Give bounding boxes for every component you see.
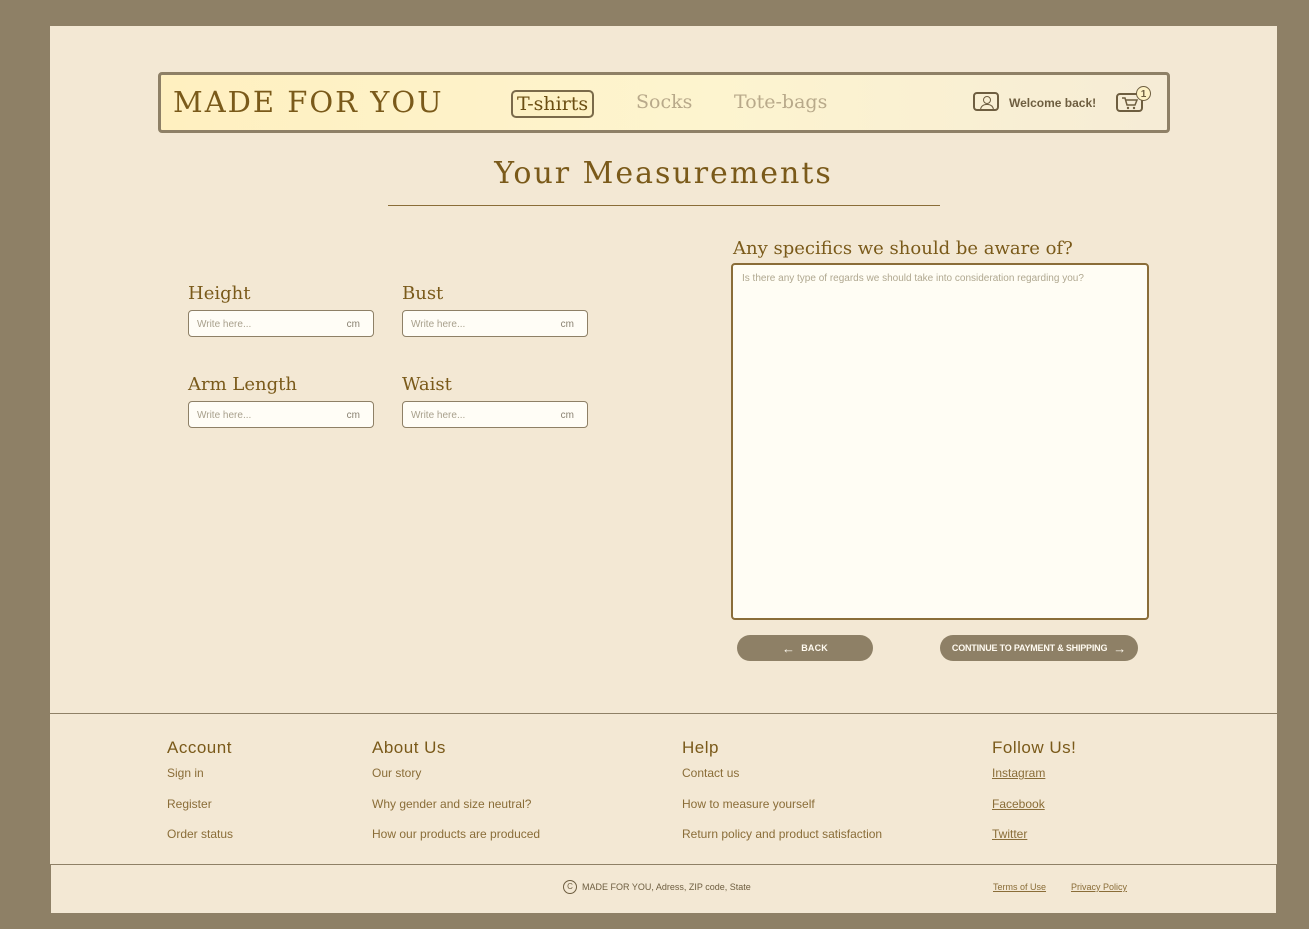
specifics-label: Any specifics we should be aware of? (733, 238, 1073, 259)
footer-link-facebook[interactable]: Facebook (992, 797, 1076, 828)
copyright-icon: C (563, 880, 577, 894)
waist-label: Waist (402, 374, 452, 395)
welcome-text: Welcome back! (1009, 96, 1097, 110)
footer-link-our-story[interactable]: Our story (372, 766, 540, 797)
terms-link[interactable]: Terms of Use (993, 882, 1046, 892)
nav-tshirts[interactable]: T-shirts (511, 90, 595, 118)
page-title: Your Measurements (494, 156, 833, 191)
bottom-bar: C MADE FOR YOU, Adress, ZIP code, State … (50, 864, 1277, 913)
arm-length-input[interactable] (195, 402, 339, 428)
footer-link-products-produced[interactable]: How our products are produced (372, 827, 540, 858)
footer-about: About Us Our story Why gender and size n… (372, 738, 540, 858)
nav-tote-bags[interactable]: Tote-bags (734, 91, 827, 113)
footer-link-sign-in[interactable]: Sign in (167, 766, 233, 797)
footer-link-gender-size[interactable]: Why gender and size neutral? (372, 797, 540, 828)
title-divider (388, 205, 940, 206)
bust-unit: cm (560, 319, 574, 330)
height-input[interactable] (195, 311, 339, 337)
height-label: Height (188, 283, 251, 304)
specifics-box[interactable] (731, 263, 1149, 620)
footer-help: Help Contact us How to measure yourself … (682, 738, 882, 858)
footer-heading-about: About Us (372, 738, 446, 757)
privacy-link[interactable]: Privacy Policy (1071, 882, 1127, 892)
arm-length-label: Arm Length (188, 374, 297, 395)
footer-link-return-policy[interactable]: Return policy and product satisfaction (682, 827, 882, 858)
footer-heading-follow: Follow Us! (992, 738, 1077, 757)
height-field[interactable]: cm (188, 310, 374, 337)
continue-button[interactable]: CONTINUE TO PAYMENT & SHIPPING → (940, 635, 1138, 661)
arrow-left-icon: ← (781, 640, 796, 656)
back-button[interactable]: ← BACK (737, 635, 873, 661)
nav-socks[interactable]: Socks (636, 91, 692, 113)
copyright: C MADE FOR YOU, Adress, ZIP code, State (563, 880, 751, 894)
arm-length-field[interactable]: cm (188, 401, 374, 428)
footer-heading-account: Account (167, 738, 232, 757)
continue-button-label: CONTINUE TO PAYMENT & SHIPPING (951, 643, 1108, 653)
footer-account: Account Sign in Register Order status (167, 738, 233, 858)
arm-length-unit: cm (346, 410, 360, 421)
back-button-label: BACK (801, 643, 828, 653)
footer-link-measure[interactable]: How to measure yourself (682, 797, 882, 828)
bust-input[interactable] (409, 311, 553, 337)
footer-link-contact[interactable]: Contact us (682, 766, 882, 797)
waist-field[interactable]: cm (402, 401, 588, 428)
waist-input[interactable] (409, 402, 553, 428)
copyright-text: MADE FOR YOU, Adress, ZIP code, State (582, 882, 751, 892)
bust-label: Bust (402, 283, 444, 304)
cart-count-badge: 1 (1136, 86, 1151, 101)
footer-link-instagram[interactable]: Instagram (992, 766, 1076, 797)
specifics-textarea[interactable] (740, 271, 1144, 610)
site-header: MADE FOR YOU T-shirts Socks Tote-bags We… (158, 72, 1170, 133)
footer-link-twitter[interactable]: Twitter (992, 827, 1076, 858)
bust-field[interactable]: cm (402, 310, 588, 337)
footer-link-register[interactable]: Register (167, 797, 233, 828)
site-logo[interactable]: MADE FOR YOU (173, 85, 444, 119)
footer-follow: Follow Us! Instagram Facebook Twitter (992, 738, 1076, 858)
footer-link-order-status[interactable]: Order status (167, 827, 233, 858)
user-icon[interactable] (973, 92, 999, 111)
page-container: MADE FOR YOU T-shirts Socks Tote-bags We… (50, 26, 1277, 913)
footer-divider (50, 713, 1277, 714)
height-unit: cm (346, 319, 360, 330)
arrow-right-icon: → (1113, 640, 1127, 656)
footer-heading-help: Help (682, 738, 719, 757)
waist-unit: cm (560, 410, 574, 421)
